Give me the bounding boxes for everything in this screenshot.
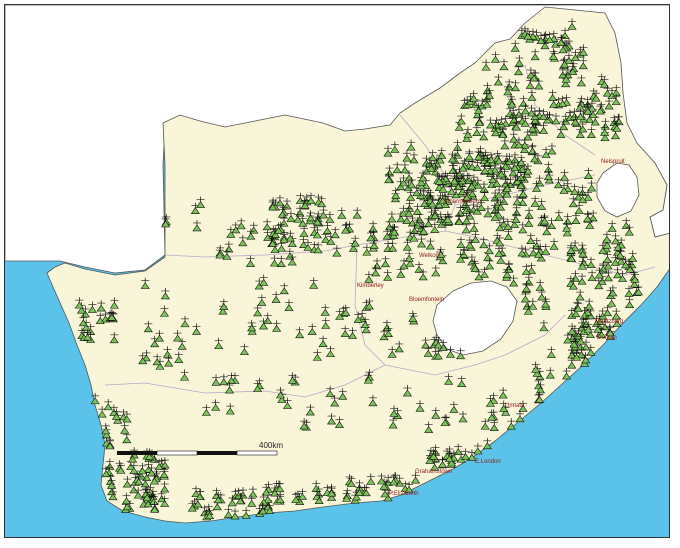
city-label-durban: Durban — [597, 335, 617, 341]
city-label-port-elizabeth: P.Elizabeth — [389, 491, 419, 497]
city-label-east-london: E.London — [475, 459, 501, 465]
city-label-umtata: Umtata — [505, 403, 525, 409]
city-label-maritzburg: Maritzburg — [595, 319, 623, 325]
map-canvas[interactable]: Nelspruit Johannesburg Welkom Kimberley … — [5, 5, 670, 538]
city-label-welkom: Welkom — [419, 253, 441, 259]
city-label-nelspruit: Nelspruit — [601, 159, 625, 165]
city-label-grahamstown: Grahamstown — [415, 469, 452, 475]
map-frame: Nelspruit Johannesburg Welkom Kimberley … — [4, 4, 670, 538]
scale-bar-label: 400km — [259, 441, 283, 450]
city-label-johannesburg: Johannesburg — [443, 199, 481, 205]
city-label-bloemfontein: Bloemfontein — [409, 297, 444, 303]
city-label-kimberley: Kimberley — [357, 283, 384, 289]
